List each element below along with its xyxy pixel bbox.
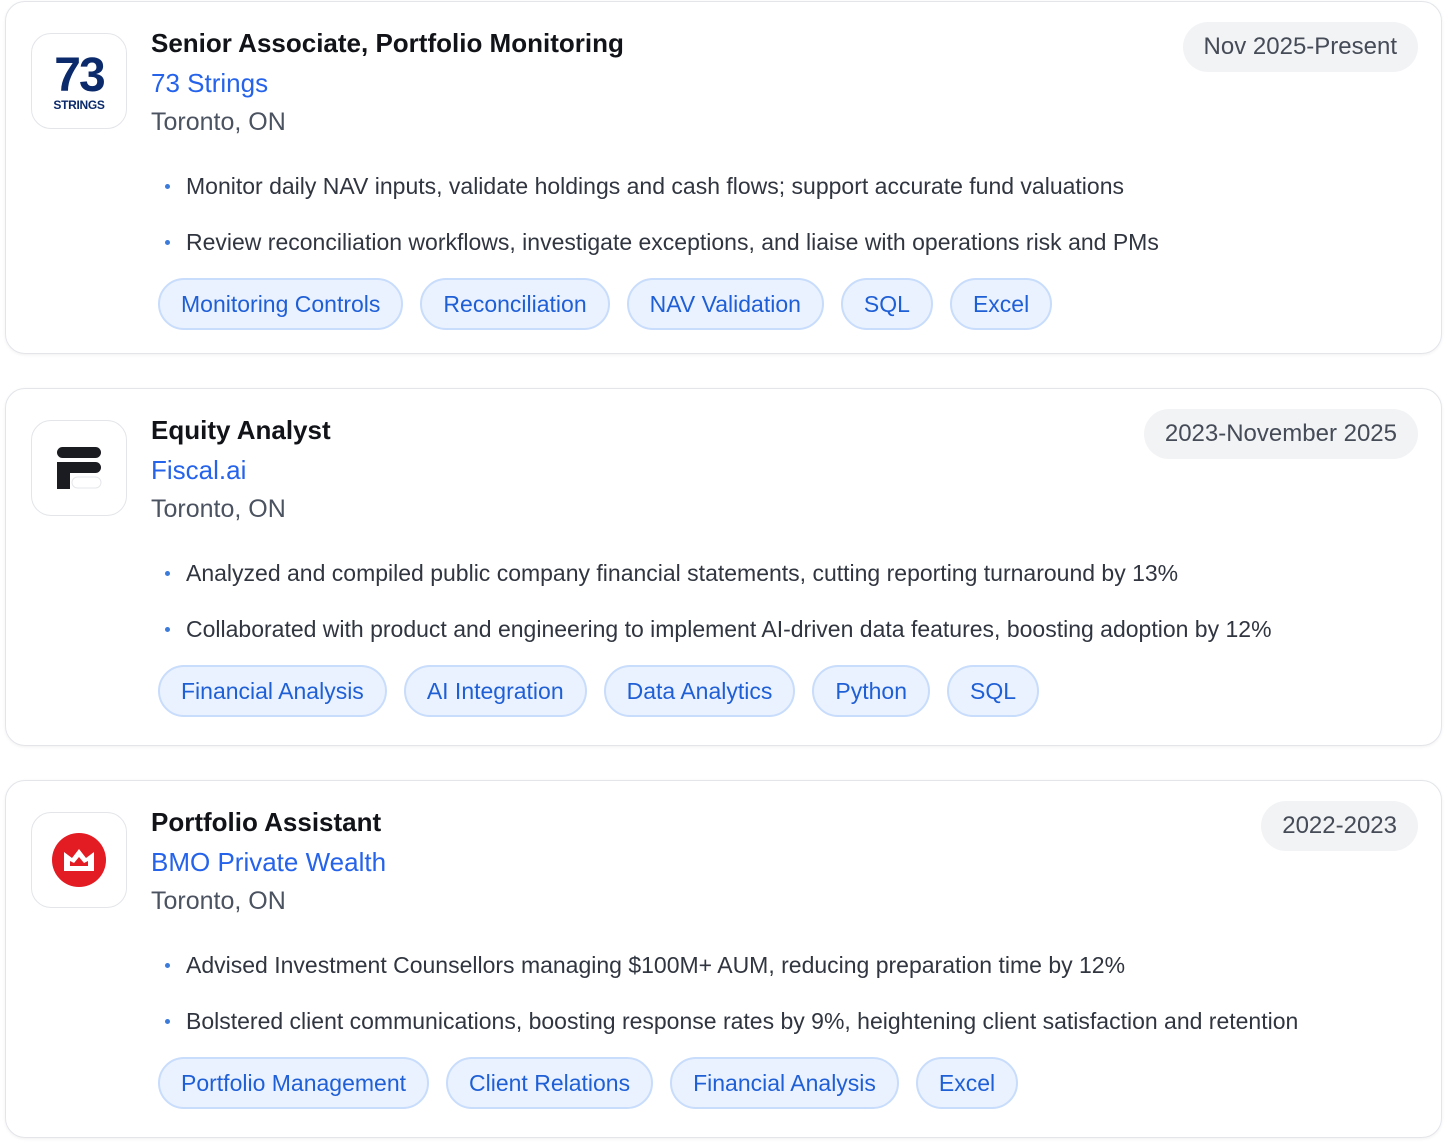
- fiscal-ai-logo-icon: [31, 420, 127, 516]
- company-link[interactable]: Fiscal.ai: [151, 455, 246, 486]
- responsibility-item: Analyzed and compiled public company fin…: [163, 557, 1272, 613]
- job-location: Toronto, ON: [151, 108, 286, 136]
- experience-card-bmo: Portfolio Assistant BMO Private Wealth T…: [5, 780, 1442, 1138]
- company-link[interactable]: BMO Private Wealth: [151, 847, 386, 878]
- date-range-badge: 2022-2023: [1261, 801, 1418, 851]
- job-location: Toronto, ON: [151, 495, 286, 523]
- responsibility-list: Advised Investment Counsellors managing …: [163, 949, 1298, 1061]
- skill-tag[interactable]: Reconciliation: [420, 278, 610, 330]
- job-title: Senior Associate, Portfolio Monitoring: [151, 28, 624, 58]
- skill-tag[interactable]: SQL: [840, 278, 933, 330]
- job-title: Equity Analyst: [151, 415, 331, 445]
- skill-tag[interactable]: Excel: [949, 278, 1053, 330]
- skill-tag[interactable]: Portfolio Management: [158, 1057, 430, 1109]
- logo-subtext: STRINGS: [53, 97, 105, 112]
- skill-tags: Monitoring Controls Reconciliation NAV V…: [158, 278, 1053, 330]
- logo-number: 73: [54, 48, 105, 102]
- skill-tag[interactable]: NAV Validation: [626, 278, 824, 330]
- skill-tag[interactable]: Financial Analysis: [670, 1057, 899, 1109]
- skill-tags: Portfolio Management Client Relations Fi…: [158, 1057, 1019, 1109]
- responsibility-item: Bolstered client communications, boostin…: [163, 1005, 1298, 1061]
- experience-card-73-strings: 73 STRINGS Senior Associate, Portfolio M…: [5, 1, 1442, 354]
- skill-tag[interactable]: Monitoring Controls: [158, 278, 404, 330]
- skill-tag[interactable]: Excel: [915, 1057, 1019, 1109]
- job-title: Portfolio Assistant: [151, 807, 382, 837]
- skill-tag[interactable]: Financial Analysis: [158, 665, 387, 717]
- bmo-logo-icon: [31, 812, 127, 908]
- skill-tag[interactable]: Python: [812, 665, 930, 717]
- responsibility-list: Analyzed and compiled public company fin…: [163, 557, 1272, 669]
- experience-list: 73 STRINGS Senior Associate, Portfolio M…: [0, 0, 1447, 1148]
- skill-tag[interactable]: Client Relations: [446, 1057, 654, 1109]
- responsibility-item: Monitor daily NAV inputs, validate holdi…: [163, 170, 1159, 226]
- skill-tag[interactable]: SQL: [946, 665, 1040, 717]
- experience-card-fiscal-ai: Equity Analyst Fiscal.ai Toronto, ON 202…: [5, 388, 1442, 746]
- responsibility-item: Review reconciliation workflows, investi…: [163, 226, 1159, 282]
- skill-tag[interactable]: Data Analytics: [603, 665, 796, 717]
- responsibility-item: Collaborated with product and engineerin…: [163, 613, 1272, 669]
- skill-tags: Financial Analysis AI Integration Data A…: [158, 665, 1040, 717]
- company-link[interactable]: 73 Strings: [151, 68, 268, 99]
- date-range-badge: Nov 2025-Present: [1182, 22, 1418, 72]
- date-range-badge: 2023-November 2025: [1143, 409, 1418, 459]
- job-location: Toronto, ON: [151, 887, 286, 915]
- skill-tag[interactable]: AI Integration: [403, 665, 587, 717]
- responsibility-list: Monitor daily NAV inputs, validate holdi…: [163, 170, 1159, 282]
- responsibility-item: Advised Investment Counsellors managing …: [163, 949, 1298, 1005]
- 73-strings-logo-icon: 73 STRINGS: [31, 33, 127, 129]
